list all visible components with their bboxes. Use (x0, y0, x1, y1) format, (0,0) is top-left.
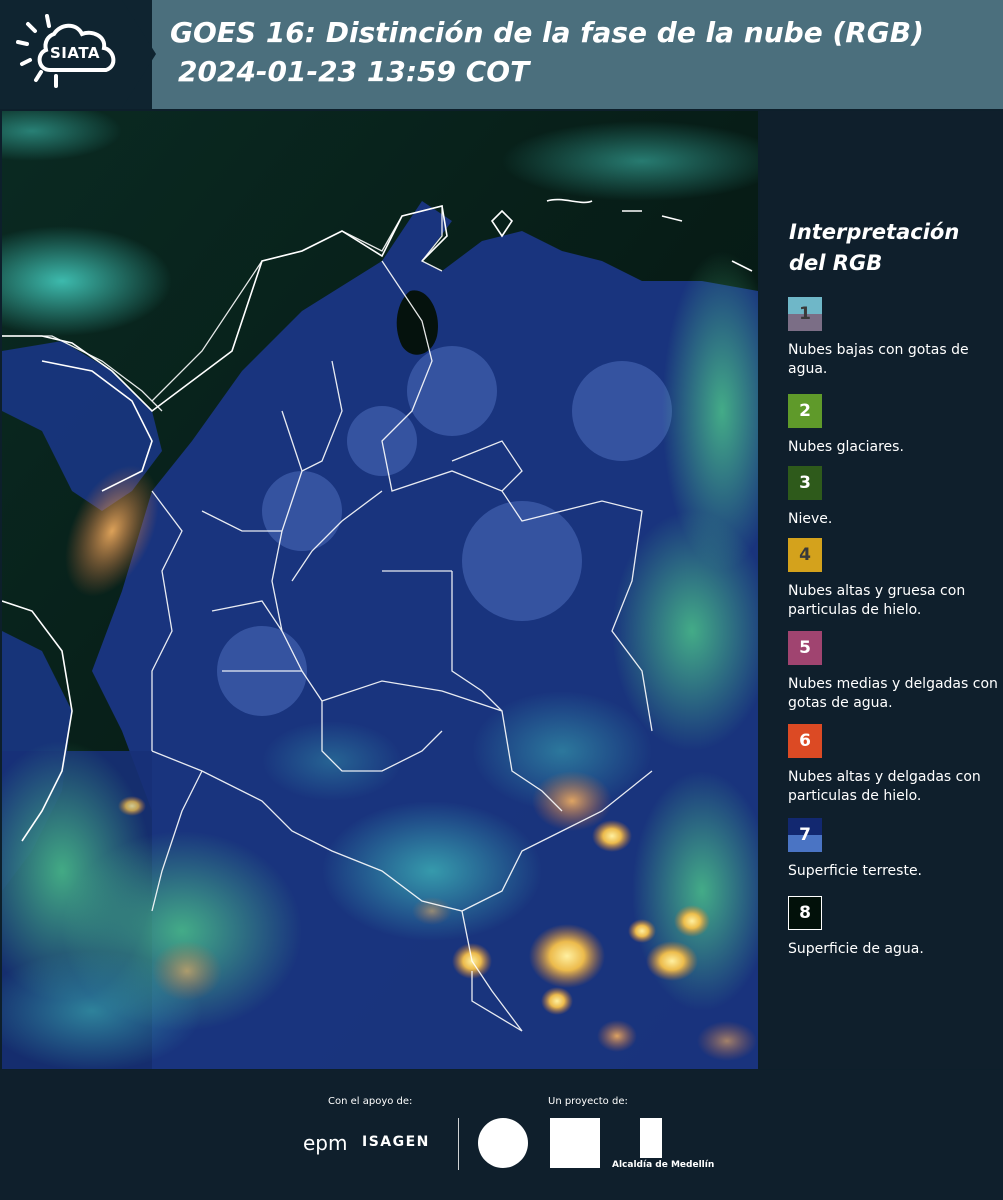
legend-number: 7 (799, 825, 811, 845)
legend-swatch-1: 1 (788, 297, 822, 331)
project-label: Un proyecto de: (548, 1096, 628, 1107)
legend-label: Nubes altas y delgadas con particulas de… (788, 769, 981, 804)
legend-number: 6 (799, 731, 811, 751)
legend-number: 8 (799, 903, 811, 923)
legend-item-2: 2 Nubes glaciares. (788, 394, 1000, 457)
legend-item-5: 5 Nubes medias y delgadas con gotas de ag… (788, 631, 1000, 713)
logo-arrow-shape (122, 0, 156, 108)
legend-label: Nubes altas y gruesa con particulas de h… (788, 583, 966, 618)
area-metropolitana-logo (550, 1118, 600, 1168)
legend-swatch-6: 6 (788, 724, 822, 758)
legend-number: 4 (799, 545, 811, 565)
legend-label: Nubes medias y delgadas con gotas de agu… (788, 676, 998, 711)
legend-number: 3 (799, 473, 811, 493)
legend-item-1: 1 Nubes bajas con gotas de agua. (788, 297, 1000, 379)
legend-title-line2: del RGB (789, 251, 883, 275)
legend-panel: Interpretación del RGB 1 Nubes bajas con … (760, 111, 1003, 1069)
legend-number: 5 (799, 638, 811, 658)
legend-title: Interpretación del RGB (789, 217, 989, 279)
legend-label: Superficie terreste. (788, 863, 923, 879)
legend-item-7: 7 Superficie terreste. (788, 818, 1000, 881)
legend-label: Superficie de agua. (788, 941, 924, 957)
legend-label: Nubes bajas con gotas de agua. (788, 342, 969, 377)
legend-swatch-5: 5 (788, 631, 822, 665)
isagen-logo: ISAGEN (362, 1134, 430, 1150)
legend-item-8: 8 Superficie de agua. (788, 896, 1000, 959)
siata-logo-text: SIATA (50, 44, 101, 62)
epm-logo: epm (303, 1131, 348, 1155)
legend-swatch-4: 4 (788, 538, 822, 572)
alcaldia-logo-text: Alcaldía de Medellín (612, 1160, 715, 1170)
satellite-image (2, 111, 758, 1069)
support-label: Con el apoyo de: (328, 1096, 413, 1107)
alcaldia-shield-icon (640, 1118, 662, 1158)
legend-label: Nubes glaciares. (788, 439, 904, 455)
legend-title-line1: Interpretación (789, 220, 960, 244)
legend-swatch-8: 8 (788, 896, 822, 930)
satellite-rgb-map (2, 111, 758, 1069)
legend-swatch-2: 2 (788, 394, 822, 428)
page-title: GOES 16: Distinción de la fase de la nub… (170, 16, 924, 49)
legend-item-6: 6 Nubes altas y delgadas con particulas d… (788, 724, 1000, 806)
legend-item-3: 3 Nieve. (788, 466, 1000, 529)
footer: Con el apoyo de: Un proyecto de: epm ISA… (0, 1070, 1003, 1200)
legend-number: 1 (799, 304, 811, 324)
legend-swatch-3: 3 (788, 466, 822, 500)
footer-divider (458, 1118, 459, 1170)
page-timestamp: 2024-01-23 13:59 COT (178, 55, 530, 88)
metropolitano-seal-icon (478, 1118, 528, 1168)
legend-swatch-7: 7 (788, 818, 822, 852)
header: SIATA GOES 16: Distinción de la fase de … (0, 0, 1003, 109)
legend-label: Nieve. (788, 511, 833, 527)
legend-number: 2 (799, 401, 811, 421)
legend-item-4: 4 Nubes altas y gruesa con particulas de … (788, 538, 1000, 620)
